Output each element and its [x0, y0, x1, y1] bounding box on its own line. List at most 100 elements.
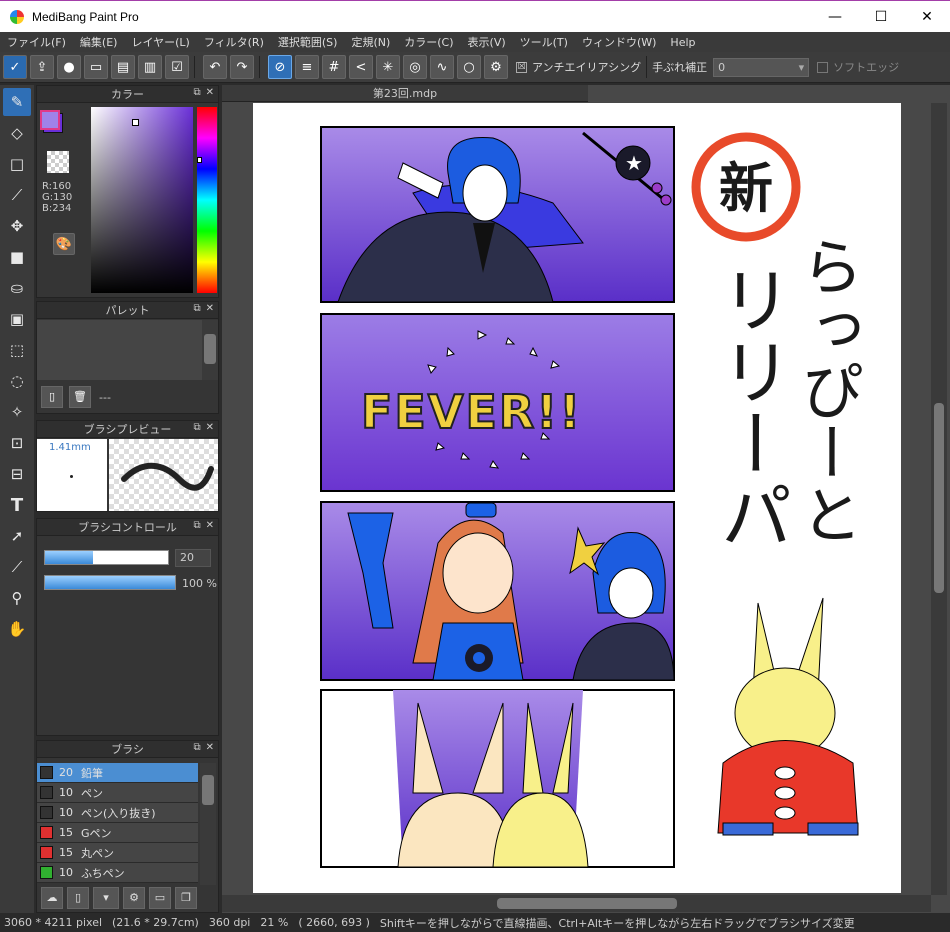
- trash-icon[interactable]: 🗑: [69, 386, 91, 408]
- magic-wand-tool-icon[interactable]: ✧: [3, 398, 31, 426]
- brush-item-pen-taper[interactable]: 10 ペン(入り抜き): [37, 803, 198, 823]
- eraser-tool-icon[interactable]: ◇: [3, 119, 31, 147]
- horizontal-scroll-thumb[interactable]: [497, 898, 677, 909]
- select-eraser-tool-icon[interactable]: ⊟: [3, 460, 31, 488]
- hand-tool-icon[interactable]: ✋: [3, 615, 31, 643]
- canvas-vertical-scrollbar[interactable]: [931, 103, 947, 895]
- folder-icon[interactable]: ▭: [149, 887, 171, 909]
- brush-control-header: ブラシコントロール ⧉ ✕: [37, 519, 218, 536]
- text-tool-icon[interactable]: T: [3, 491, 31, 519]
- lasso-tool-icon[interactable]: ◌: [3, 367, 31, 395]
- comment-icon[interactable]: ●: [57, 55, 81, 79]
- redo-icon[interactable]: ↷: [230, 55, 254, 79]
- vertical-scroll-thumb[interactable]: [934, 403, 944, 593]
- gear-icon[interactable]: ⚙: [484, 55, 508, 79]
- minimize-button[interactable]: —: [812, 1, 858, 32]
- close-icon[interactable]: ✕: [206, 87, 214, 98]
- menu-ruler[interactable]: 定規(N): [344, 34, 397, 50]
- perspective-snap-icon[interactable]: <: [349, 55, 373, 79]
- brush-settings-icon[interactable]: ⚙: [123, 887, 145, 909]
- gradient-tool-icon[interactable]: ▣: [3, 305, 31, 333]
- close-icon[interactable]: ✕: [206, 520, 214, 531]
- hue-slider[interactable]: [197, 107, 217, 293]
- popout-icon[interactable]: ⧉: [193, 520, 200, 531]
- menu-filter[interactable]: フィルタ(R): [197, 34, 271, 50]
- brush-size-slider[interactable]: [44, 550, 169, 565]
- popout-icon[interactable]: ⧉: [193, 422, 200, 433]
- new-palette-icon[interactable]: ▯: [41, 386, 63, 408]
- close-icon[interactable]: ✕: [206, 422, 214, 433]
- close-icon[interactable]: ✕: [206, 742, 214, 753]
- duplicate-icon[interactable]: ❐: [175, 887, 197, 909]
- brush-item-round-pen[interactable]: 15 丸ペン: [37, 843, 198, 863]
- parallel-snap-icon[interactable]: ≡: [295, 55, 319, 79]
- brush-type-dropdown-icon[interactable]: ▾: [93, 887, 119, 909]
- checklist-icon[interactable]: ☑: [165, 55, 189, 79]
- document-tab[interactable]: 第23回.mdp: [222, 85, 588, 102]
- brush-list-scrollbar[interactable]: [200, 763, 216, 885]
- menu-file[interactable]: ファイル(F): [0, 34, 73, 50]
- popout-icon[interactable]: ⧉: [193, 742, 200, 753]
- grid-snap-icon[interactable]: #: [322, 55, 346, 79]
- snap-off-icon[interactable]: ⊘: [268, 55, 292, 79]
- svg-text:★: ★: [625, 151, 643, 175]
- document-icon[interactable]: ▤: [111, 55, 135, 79]
- brush-item-pen[interactable]: 10 ペン: [37, 783, 198, 803]
- rect-select-tool-icon[interactable]: ⬚: [3, 336, 31, 364]
- radial-snap-icon[interactable]: ✳: [376, 55, 400, 79]
- brush-size-value[interactable]: 20: [175, 549, 211, 567]
- share-icon[interactable]: ⇪: [30, 55, 54, 79]
- dot-tool-icon[interactable]: □: [3, 150, 31, 178]
- speech-bubble-icon[interactable]: ▭: [84, 55, 108, 79]
- menu-select[interactable]: 選択範囲(S): [271, 34, 345, 50]
- concentric-snap-icon[interactable]: ◎: [403, 55, 427, 79]
- popout-icon[interactable]: ⧉: [193, 87, 200, 98]
- antialias-checkbox[interactable]: ☒: [516, 61, 527, 73]
- menu-color[interactable]: カラー(C): [397, 34, 460, 50]
- new-brush-icon[interactable]: ▯: [67, 887, 89, 909]
- menu-view[interactable]: 表示(V): [461, 34, 513, 50]
- brush-item-edge-pen[interactable]: 10 ふちペン: [37, 863, 198, 883]
- brush-list: 20 鉛筆 10 ペン 10 ペン(入り抜き) 15 Gペン 15 丸ペン 10…: [37, 763, 198, 883]
- foreground-color-swatch[interactable]: [40, 110, 60, 130]
- ellipse-snap-icon[interactable]: ○: [457, 55, 481, 79]
- menu-layer[interactable]: レイヤー(L): [124, 34, 196, 50]
- color-picker-cursor[interactable]: [132, 119, 139, 126]
- panel-layout-icon[interactable]: ▥: [138, 55, 162, 79]
- cloud-icon[interactable]: ✓: [3, 55, 27, 79]
- menu-tool[interactable]: ツール(T): [513, 34, 575, 50]
- hue-slider-handle[interactable]: [197, 157, 202, 163]
- operation-tool-icon[interactable]: ➚: [3, 522, 31, 550]
- fill-rect-tool-icon[interactable]: ■: [3, 243, 31, 271]
- undo-icon[interactable]: ↶: [203, 55, 227, 79]
- menu-edit[interactable]: 編集(E): [73, 34, 125, 50]
- blue-value: B:234: [42, 203, 72, 214]
- select-pen-tool-icon[interactable]: ⊡: [3, 429, 31, 457]
- color-palette-icon[interactable]: 🎨: [53, 233, 75, 255]
- bucket-tool-icon[interactable]: ⛀: [3, 274, 31, 302]
- soft-edge-checkbox[interactable]: [817, 61, 829, 73]
- popout-icon[interactable]: ⧉: [193, 303, 200, 314]
- cloud-brush-icon[interactable]: ☁: [41, 887, 63, 909]
- menu-window[interactable]: ウィンドウ(W): [575, 34, 663, 50]
- stabilizer-select[interactable]: 0: [713, 57, 810, 77]
- palette-swatch-area[interactable]: [37, 320, 202, 380]
- transparent-color-swatch[interactable]: [47, 151, 69, 173]
- saturation-value-field[interactable]: [91, 107, 193, 293]
- manga-page[interactable]: ★ FEVER!! 新 らっぴーと リリーパ: [253, 103, 901, 893]
- close-button[interactable]: ✕: [904, 1, 950, 32]
- canvas-horizontal-scrollbar[interactable]: [222, 895, 931, 912]
- move-tool-icon[interactable]: ✥: [3, 212, 31, 240]
- line-tool-icon[interactable]: ⟋: [3, 181, 31, 209]
- eyedropper-tool-icon[interactable]: ⚲: [3, 584, 31, 612]
- curve-snap-icon[interactable]: ∿: [430, 55, 454, 79]
- brush-tool-icon[interactable]: ✎: [3, 88, 31, 116]
- divide-tool-icon[interactable]: ⟋: [3, 553, 31, 581]
- maximize-button[interactable]: ☐: [858, 1, 904, 32]
- close-icon[interactable]: ✕: [206, 303, 214, 314]
- brush-item-pencil[interactable]: 20 鉛筆: [37, 763, 198, 783]
- menu-help[interactable]: Help: [663, 36, 702, 49]
- brush-item-g-pen[interactable]: 15 Gペン: [37, 823, 198, 843]
- palette-scrollbar[interactable]: [202, 320, 218, 380]
- brush-opacity-slider[interactable]: [44, 575, 176, 590]
